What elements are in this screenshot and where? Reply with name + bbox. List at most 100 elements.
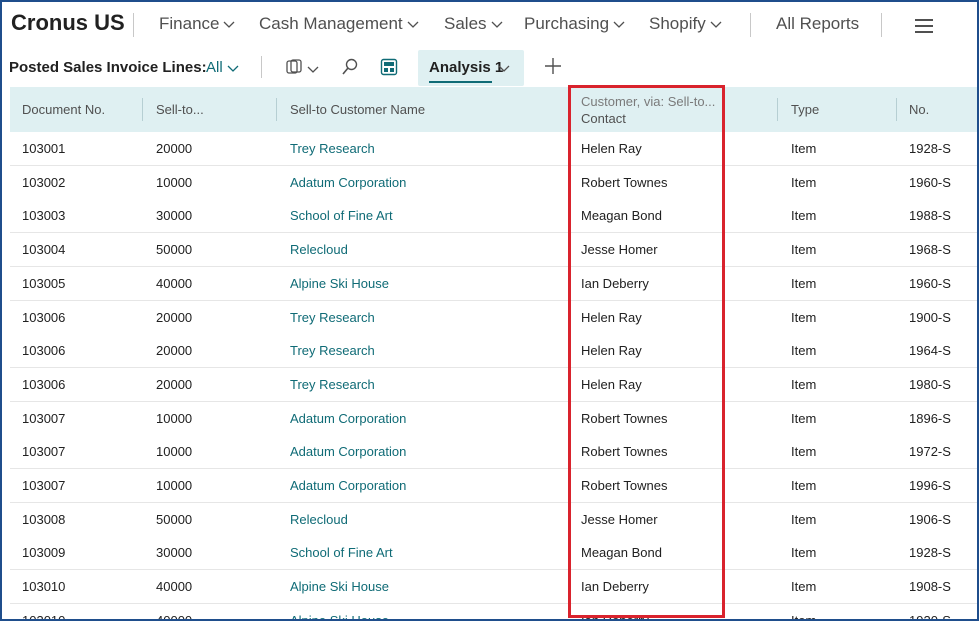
table-row[interactable]: 103009 30000 School of Fine Art Meagan B… [10,536,977,571]
chevron-down-icon[interactable] [498,62,510,74]
cell-customer-name-link[interactable]: Adatum Corporation [290,469,406,502]
cell-customer-name-link[interactable]: Trey Research [290,334,375,367]
cell-document-no[interactable]: 103002 [22,166,65,199]
cell-document-no[interactable]: 103008 [22,503,65,536]
cell-item-no[interactable]: 1900-S [909,301,951,334]
cell-item-no[interactable]: 1980-S [909,368,951,401]
nav-purchasing[interactable]: Purchasing [524,14,625,34]
column-header-type[interactable]: Type [791,87,819,132]
cell-customer-name-link[interactable]: Trey Research [290,301,375,334]
cell-document-no[interactable]: 103006 [22,301,65,334]
nav-sales[interactable]: Sales [444,14,503,34]
cell-document-no[interactable]: 103003 [22,199,65,232]
nav-shopify[interactable]: Shopify [649,14,722,34]
cell-sell-to-no[interactable]: 50000 [156,503,192,536]
add-tab-button[interactable] [543,55,563,83]
table-row[interactable]: 103006 20000 Trey Research Helen Ray Ite… [10,334,977,369]
cell-customer-name-link[interactable]: Adatum Corporation [290,435,406,468]
column-header-contact[interactable]: Customer, via: Sell-to... Contact [581,87,715,132]
table-row[interactable]: 103007 10000 Adatum Corporation Robert T… [10,401,977,436]
cell-item-no[interactable]: 1920-S [909,604,951,619]
cell-customer-name-link[interactable]: Trey Research [290,132,375,165]
cell-item-no[interactable]: 1928-S [909,132,951,165]
cell-sell-to-no[interactable]: 10000 [156,469,192,502]
cell-customer-name-link[interactable]: Alpine Ski House [290,604,389,619]
cell-document-no[interactable]: 103007 [22,469,65,502]
table-row[interactable]: 103006 20000 Trey Research Helen Ray Ite… [10,367,977,402]
table-row[interactable]: 103008 50000 Relecloud Jesse Homer Item … [10,502,977,537]
cell-customer-name-link[interactable]: Adatum Corporation [290,166,406,199]
cell-sell-to-no[interactable]: 30000 [156,199,192,232]
table-row[interactable]: 103002 10000 Adatum Corporation Robert T… [10,165,977,200]
nav-cash-management[interactable]: Cash Management [259,14,419,34]
table-row[interactable]: 103005 40000 Alpine Ski House Ian Deberr… [10,266,977,301]
cell-sell-to-no[interactable]: 20000 [156,334,192,367]
cell-customer-name-link[interactable]: Alpine Ski House [290,570,389,603]
cell-sell-to-no[interactable]: 10000 [156,435,192,468]
cell-sell-to-no[interactable]: 40000 [156,267,192,300]
cell-document-no[interactable]: 103001 [22,132,65,165]
table-row[interactable]: 103003 30000 School of Fine Art Meagan B… [10,199,977,234]
cell-sell-to-no[interactable]: 10000 [156,166,192,199]
cell-item-no[interactable]: 1896-S [909,402,951,435]
chevron-down-icon[interactable] [307,63,319,75]
column-header-document-no[interactable]: Document No. [22,87,105,132]
cell-document-no[interactable]: 103010 [22,570,65,603]
cell-sell-to-no[interactable]: 50000 [156,233,192,266]
column-header-no[interactable]: No. [909,87,929,132]
cell-document-no[interactable]: 103006 [22,368,65,401]
analysis-mode-icon[interactable] [379,57,399,77]
cell-customer-name-link[interactable]: School of Fine Art [290,536,393,569]
cell-document-no[interactable]: 103006 [22,334,65,367]
cell-sell-to-no[interactable]: 20000 [156,132,192,165]
cell-item-no[interactable]: 1972-S [909,435,951,468]
cell-document-no[interactable]: 103005 [22,267,65,300]
nav-all-reports[interactable]: All Reports [776,14,859,34]
cell-document-no[interactable]: 103007 [22,402,65,435]
table-row[interactable]: 103010 40000 Alpine Ski House Ian Deberr… [10,570,977,605]
view-filter-dropdown[interactable]: All [206,59,239,76]
cell-document-no[interactable]: 103009 [22,536,65,569]
table-row[interactable]: 103007 10000 Adatum Corporation Robert T… [10,469,977,503]
table-row[interactable]: 103010 40000 Alpine Ski House Ian Deberr… [10,603,977,619]
cell-item-no[interactable]: 1964-S [909,334,951,367]
cell-contact: Meagan Bond [581,545,662,561]
cell-item-no[interactable]: 1906-S [909,503,951,536]
cell-document-no[interactable]: 103010 [22,604,65,619]
cell-item-no[interactable]: 1960-S [909,166,951,199]
column-divider [777,98,778,121]
tab-analysis-1[interactable]: Analysis 1 [418,50,524,86]
cell-customer-name-link[interactable]: School of Fine Art [290,199,393,232]
table-row[interactable]: 103001 20000 Trey Research Helen Ray Ite… [10,132,977,166]
cell-item-no[interactable]: 1968-S [909,233,951,266]
cell-document-no[interactable]: 103007 [22,435,65,468]
company-name[interactable]: Cronus US [11,10,125,36]
cell-sell-to-no[interactable]: 10000 [156,402,192,435]
cell-sell-to-no[interactable]: 40000 [156,604,192,619]
cell-item-no[interactable]: 1996-S [909,469,951,502]
layers-icon[interactable] [284,57,304,77]
table-row[interactable]: 103007 10000 Adatum Corporation Robert T… [10,435,977,470]
cell-sell-to-no[interactable]: 40000 [156,570,192,603]
nav-finance[interactable]: Finance [159,14,235,34]
cell-document-no[interactable]: 103004 [22,233,65,266]
column-header-sell-to-no[interactable]: Sell-to... [156,87,204,132]
cell-item-no[interactable]: 1988-S [909,199,951,232]
search-icon[interactable] [340,57,360,77]
table-row[interactable]: 103006 20000 Trey Research Helen Ray Ite… [10,300,977,335]
hamburger-menu-icon[interactable] [915,19,933,37]
table-row[interactable]: 103004 50000 Relecloud Jesse Homer Item … [10,233,977,268]
cell-sell-to-no[interactable]: 20000 [156,301,192,334]
cell-item-no[interactable]: 1928-S [909,536,951,569]
cell-item-no[interactable]: 1960-S [909,267,951,300]
cell-customer-name-link[interactable]: Trey Research [290,368,375,401]
column-header-sell-to-customer-name[interactable]: Sell-to Customer Name [290,87,425,132]
cell-sell-to-no[interactable]: 20000 [156,368,192,401]
chevron-down-icon [224,21,235,28]
cell-sell-to-no[interactable]: 30000 [156,536,192,569]
cell-item-no[interactable]: 1908-S [909,570,951,603]
cell-customer-name-link[interactable]: Relecloud [290,233,348,266]
cell-customer-name-link[interactable]: Relecloud [290,503,348,536]
cell-customer-name-link[interactable]: Alpine Ski House [290,267,389,300]
cell-customer-name-link[interactable]: Adatum Corporation [290,402,406,435]
